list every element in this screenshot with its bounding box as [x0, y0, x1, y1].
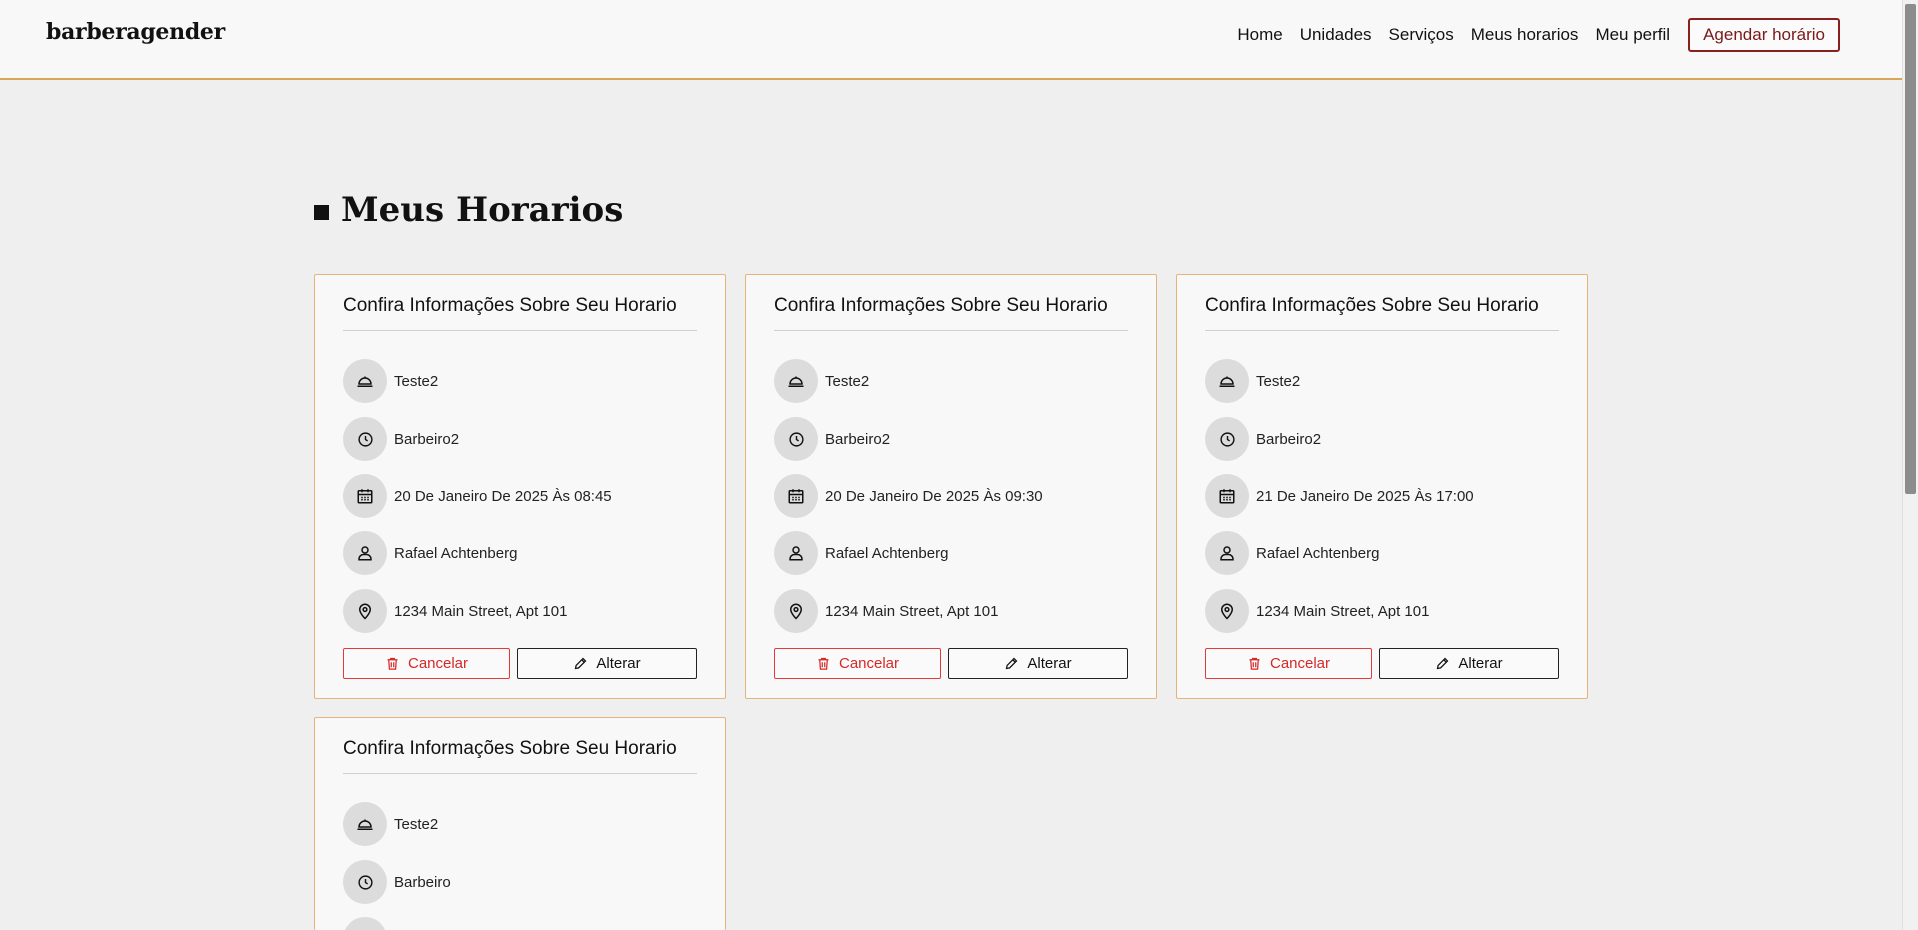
user-icon: [774, 531, 818, 575]
barber-name: Barbeiro: [394, 873, 451, 891]
service-row: Teste2: [774, 359, 869, 403]
calendar-icon: [1205, 474, 1249, 518]
nav-link-meus-horarios[interactable]: Meus horarios: [1471, 25, 1579, 45]
clock-icon: [343, 860, 387, 904]
card-title: Confira Informações Sobre Seu Horario: [343, 295, 697, 331]
client-name: Rafael Achtenberg: [394, 544, 518, 562]
map-pin-icon: [774, 589, 818, 633]
nav-link-servicos[interactable]: Serviços: [1389, 25, 1454, 45]
address-row: 1234 Main Street, Apt 101: [774, 589, 998, 633]
edit-button[interactable]: Alterar: [1379, 648, 1559, 679]
nav-links: Home Unidades Serviços Meus horarios Meu…: [1220, 18, 1840, 52]
cancel-button[interactable]: Cancelar: [1205, 648, 1372, 679]
appointment-datetime: 21 De Janeiro De 2025 Às 17:00: [1256, 487, 1474, 505]
appointment-card: Confira Informações Sobre Seu Horario Te…: [314, 717, 726, 930]
address-row: 1234 Main Street, Apt 101: [1205, 589, 1429, 633]
schedule-button[interactable]: Agendar horário: [1688, 18, 1840, 52]
nav-link-unidades[interactable]: Unidades: [1300, 25, 1372, 45]
edit-label: Alterar: [596, 655, 641, 672]
address: 1234 Main Street, Apt 101: [1256, 602, 1430, 620]
pencil-icon: [1435, 656, 1450, 671]
client-name: Rafael Achtenberg: [825, 544, 949, 562]
barber-row: Barbeiro2: [774, 417, 890, 461]
card-title: Confira Informações Sobre Seu Horario: [343, 738, 697, 774]
clock-icon: [343, 417, 387, 461]
map-pin-icon: [343, 589, 387, 633]
service-row: Teste2: [343, 359, 438, 403]
address: 1234 Main Street, Apt 101: [825, 602, 999, 620]
barber-name: Barbeiro2: [394, 430, 460, 448]
cancel-button[interactable]: Cancelar: [774, 648, 941, 679]
cloche-icon: [774, 359, 818, 403]
scrollbar[interactable]: [1902, 0, 1918, 930]
trash-icon: [385, 656, 400, 671]
map-pin-icon: [1205, 589, 1249, 633]
brand-logo[interactable]: barberagender: [46, 19, 225, 45]
datetime-row: 20 De Janeiro De 2025 Às 09:30: [774, 474, 1043, 518]
appointment-card: Confira Informações Sobre Seu Horario Te…: [745, 274, 1157, 699]
service-row: Teste2: [343, 802, 438, 846]
client-row: Rafael Achtenberg: [343, 531, 517, 575]
pencil-icon: [1004, 656, 1019, 671]
calendar-icon: [774, 474, 818, 518]
clock-icon: [1205, 417, 1249, 461]
cancel-label: Cancelar: [1269, 655, 1331, 672]
service-row: Teste2: [1205, 359, 1300, 403]
trash-icon: [816, 656, 831, 671]
pencil-icon: [573, 656, 588, 671]
barber-name: Barbeiro2: [825, 430, 891, 448]
cancel-label: Cancelar: [407, 655, 469, 672]
scrollbar-thumb[interactable]: [1905, 4, 1916, 494]
datetime-row: 20 De Janeiro De 2025 Às 08:45: [343, 474, 612, 518]
page-title: Meus Horarios: [341, 190, 624, 230]
card-title: Confira Informações Sobre Seu Horario: [1205, 295, 1559, 331]
appointment-datetime: 20 De Janeiro De 2025 Às 09:30: [825, 487, 1043, 505]
appointment-card: Confira Informações Sobre Seu Horario Te…: [1176, 274, 1588, 699]
page-header: Meus Horarios: [314, 190, 623, 230]
calendar-icon: [343, 917, 387, 930]
cloche-icon: [1205, 359, 1249, 403]
card-title: Confira Informações Sobre Seu Horario: [774, 295, 1128, 331]
cancel-button[interactable]: Cancelar: [343, 648, 510, 679]
client-row: Rafael Achtenberg: [1205, 531, 1379, 575]
trash-icon: [1247, 656, 1262, 671]
service-name: Teste2: [825, 372, 870, 390]
client-row: Rafael Achtenberg: [774, 531, 948, 575]
service-name: Teste2: [394, 815, 439, 833]
title-square-icon: [314, 204, 329, 220]
edit-button[interactable]: Alterar: [517, 648, 697, 679]
address: 1234 Main Street, Apt 101: [394, 602, 568, 620]
client-name: Rafael Achtenberg: [1256, 544, 1380, 562]
edit-label: Alterar: [1458, 655, 1503, 672]
user-icon: [1205, 531, 1249, 575]
calendar-icon: [343, 474, 387, 518]
barber-row: Barbeiro: [343, 860, 451, 904]
barber-name: Barbeiro2: [1256, 430, 1322, 448]
cancel-label: Cancelar: [838, 655, 900, 672]
clock-icon: [774, 417, 818, 461]
service-name: Teste2: [394, 372, 439, 390]
edit-button[interactable]: Alterar: [948, 648, 1128, 679]
cloche-icon: [343, 359, 387, 403]
datetime-row: 21 De Janeiro De 2025 Às 17:00: [1205, 474, 1474, 518]
barber-row: Barbeiro2: [343, 417, 459, 461]
edit-label: Alterar: [1027, 655, 1072, 672]
user-icon: [343, 531, 387, 575]
navbar: barberagender Home Unidades Serviços Meu…: [0, 0, 1902, 80]
nav-link-home[interactable]: Home: [1237, 25, 1282, 45]
barber-row: Barbeiro2: [1205, 417, 1321, 461]
datetime-row: [343, 917, 387, 930]
service-name: Teste2: [1256, 372, 1301, 390]
cloche-icon: [343, 802, 387, 846]
nav-link-meu-perfil[interactable]: Meu perfil: [1595, 25, 1670, 45]
address-row: 1234 Main Street, Apt 101: [343, 589, 567, 633]
appointment-card: Confira Informações Sobre Seu Horario Te…: [314, 274, 726, 699]
appointment-datetime: 20 De Janeiro De 2025 Às 08:45: [394, 487, 612, 505]
